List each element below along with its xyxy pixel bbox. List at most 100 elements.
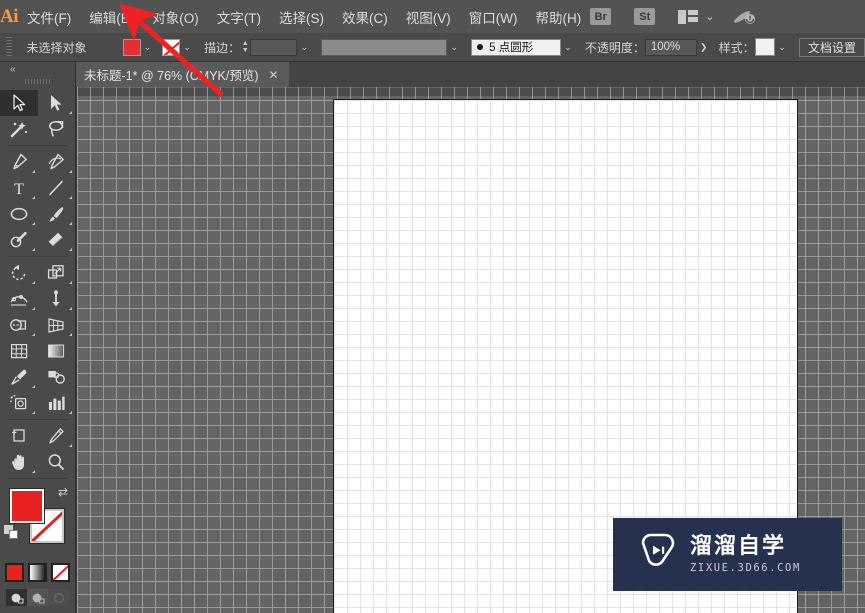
tool-group-indicator-icon: [31, 248, 35, 251]
color-mode-button[interactable]: [5, 563, 24, 582]
brush-definition-select[interactable]: 5 点圆形: [471, 38, 561, 56]
tool-group-indicator-icon: [31, 470, 35, 473]
drawing-mode-buttons: [0, 589, 75, 606]
gradient-tool[interactable]: [38, 338, 76, 364]
profile-chevron-down-icon[interactable]: ⌄: [447, 39, 461, 56]
tool-group-indicator-icon: [31, 281, 35, 284]
rocket-power-icon[interactable]: [732, 7, 756, 27]
tools-divider: [8, 478, 67, 479]
draw-behind-mode[interactable]: [27, 589, 48, 606]
menu-select[interactable]: 选择(S): [270, 0, 333, 33]
control-bar-grip[interactable]: [6, 37, 13, 57]
tool-group-indicator-icon: [31, 196, 35, 199]
none-mode-button[interactable]: [51, 563, 70, 582]
graphic-style-swatch[interactable]: [754, 38, 776, 56]
curvature-tool[interactable]: [38, 149, 76, 175]
mesh-tool[interactable]: [0, 338, 38, 364]
shape-builder-tool[interactable]: [0, 312, 38, 338]
draw-inside-mode[interactable]: [48, 589, 69, 606]
perspective-grid-tool[interactable]: [38, 312, 76, 338]
gradient-mode-button[interactable]: [28, 563, 47, 582]
scale-tool[interactable]: [38, 260, 76, 286]
tool-group-indicator-icon: [31, 307, 35, 310]
tools-panel-grip[interactable]: [24, 76, 51, 86]
stroke-weight-input[interactable]: [250, 38, 298, 56]
eraser-tool[interactable]: [38, 227, 76, 253]
watermark-brand-cn: 溜溜自学: [690, 534, 787, 560]
eyedropper-tool[interactable]: [0, 364, 38, 390]
stroke-weight-stepper[interactable]: ▲ ▼: [240, 39, 250, 56]
pen-tool[interactable]: [0, 149, 38, 175]
menu-object[interactable]: 对象(O): [143, 0, 208, 33]
default-fill-stroke-icon[interactable]: [4, 525, 18, 539]
opacity-label: 不透明度：: [584, 40, 645, 55]
blob-brush-tool[interactable]: [0, 227, 38, 253]
line-segment-tool[interactable]: [38, 175, 76, 201]
column-graph-tool[interactable]: [38, 390, 76, 416]
blend-tool[interactable]: [38, 364, 76, 390]
variable-width-profile-select[interactable]: [321, 38, 448, 56]
menu-file[interactable]: 文件(F): [18, 0, 80, 33]
tool-group-indicator-icon: [69, 222, 72, 225]
menu-effect[interactable]: 效果(C): [333, 0, 397, 33]
lasso-tool[interactable]: [38, 116, 76, 142]
menu-view[interactable]: 视图(V): [397, 0, 460, 33]
illustrator-window: Ai 文件(F) 编辑(E) 对象(O) 文字(T) 选择(S) 效果(C) 视…: [0, 0, 865, 613]
stroke-dropdown-chevron-down-icon[interactable]: ⌄: [180, 39, 194, 56]
stock-icon[interactable]: St: [634, 8, 656, 25]
document-tab-bar: 未标题-1* @ 76% (CMYK/预览) ✕: [0, 62, 865, 87]
tools-panel: « T ⇄: [0, 62, 76, 613]
draw-normal-mode[interactable]: [6, 589, 27, 606]
selection-tool[interactable]: [0, 90, 38, 116]
slice-tool[interactable]: [38, 423, 76, 449]
paintbrush-tool[interactable]: [38, 201, 76, 227]
menu-bar: Ai 文件(F) 编辑(E) 对象(O) 文字(T) 选择(S) 效果(C) 视…: [0, 0, 865, 33]
fill-color-swatch[interactable]: [122, 38, 141, 56]
menu-edit[interactable]: 编辑(E): [80, 0, 143, 33]
artboard-tool[interactable]: [0, 423, 38, 449]
rotate-tool[interactable]: [0, 260, 38, 286]
menu-type[interactable]: 文字(T): [208, 0, 270, 33]
type-tool[interactable]: T: [0, 175, 38, 201]
style-chevron-down-icon[interactable]: ⌄: [775, 39, 789, 56]
hand-tool[interactable]: [0, 449, 38, 475]
tool-group-indicator-icon: [69, 307, 72, 310]
control-bar: 未选择对象 ⌄ ⌄ 描边： ▲ ▼ ⌄ ⌄ 5 点圆形 ⌄ 不透明度： 100% …: [0, 33, 865, 62]
tool-group-indicator-icon: [69, 444, 72, 447]
brush-chevron-down-icon[interactable]: ⌄: [561, 39, 575, 56]
collapse-panel-icon[interactable]: «: [0, 62, 75, 76]
tool-group-indicator-icon: [31, 222, 35, 225]
swap-fill-stroke-icon[interactable]: ⇄: [58, 485, 68, 499]
tool-grid-group-3: [0, 260, 75, 416]
menu-window[interactable]: 窗口(W): [460, 0, 527, 33]
tool-grid-group-2: T: [0, 149, 75, 253]
ellipse-tool[interactable]: [0, 201, 38, 227]
document-tab-title: 未标题-1* @ 76% (CMYK/预览): [84, 69, 259, 83]
tool-group-indicator-icon: [31, 411, 35, 414]
document-tab[interactable]: 未标题-1* @ 76% (CMYK/预览) ✕: [74, 62, 289, 87]
close-icon[interactable]: ✕: [269, 68, 279, 82]
magic-wand-tool[interactable]: [0, 116, 38, 142]
puppet-warp-tool[interactable]: [38, 286, 76, 312]
watermark-text: 溜溜自学 ZIXUE.3D66.COM: [690, 535, 801, 573]
direct-selection-tool[interactable]: [38, 90, 76, 116]
workspace-switcher[interactable]: ⌄: [678, 9, 715, 24]
document-setup-button[interactable]: 文档设置: [799, 37, 865, 57]
stroke-color-swatch[interactable]: [162, 38, 181, 56]
brush-definition-value: 5 点圆形: [489, 42, 534, 54]
stroke-weight-chevron-down-icon[interactable]: ⌄: [297, 39, 311, 56]
watermark-brand-en: ZIXUE.3D66.COM: [690, 561, 801, 574]
menu-help[interactable]: 帮助(H): [526, 0, 590, 33]
bridge-icon[interactable]: Br: [590, 8, 612, 25]
fill-swatch[interactable]: [10, 489, 44, 523]
zoom-tool[interactable]: [38, 449, 76, 475]
symbol-sprayer-tool[interactable]: [0, 390, 38, 416]
fill-dropdown-chevron-down-icon[interactable]: ⌄: [141, 39, 155, 56]
tool-grid-group-1: [0, 90, 75, 142]
width-tool[interactable]: [0, 286, 38, 312]
opacity-input[interactable]: 100%: [644, 38, 697, 56]
chevron-down-icon: ⌄: [705, 11, 715, 23]
fill-stroke-controls: ⇄: [0, 483, 75, 561]
svg-text:T: T: [14, 181, 24, 197]
opacity-options-arrow-icon[interactable]: ❯: [697, 39, 711, 56]
